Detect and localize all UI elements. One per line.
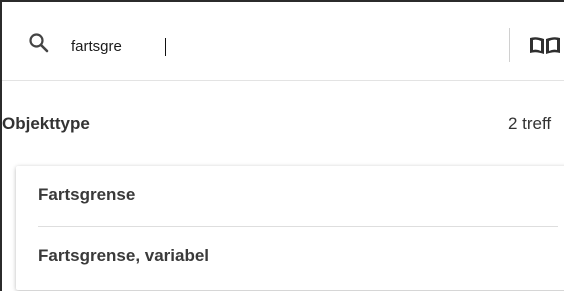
- book-icon[interactable]: [528, 35, 562, 57]
- section-header: Objekttype 2 treff: [2, 112, 564, 136]
- list-item-label: Fartsgrense: [38, 185, 136, 204]
- search-bar: [2, 2, 564, 81]
- results-list: Fartsgrense Fartsgrense, variabel: [16, 166, 564, 290]
- search-bar-divider: [509, 28, 510, 62]
- search-dropdown-panel: Objekttype 2 treff Fartsgrense Fartsgren…: [0, 0, 564, 291]
- section-title: Objekttype: [2, 114, 90, 133]
- list-item-label: Fartsgrense, variabel: [38, 246, 210, 265]
- result-count: 2 treff: [508, 114, 552, 133]
- list-item[interactable]: Fartsgrense: [16, 166, 564, 224]
- search-input[interactable]: [71, 33, 471, 59]
- search-icon: [28, 32, 50, 54]
- list-item[interactable]: Fartsgrense, variabel: [16, 227, 564, 285]
- text-cursor: [165, 38, 166, 56]
